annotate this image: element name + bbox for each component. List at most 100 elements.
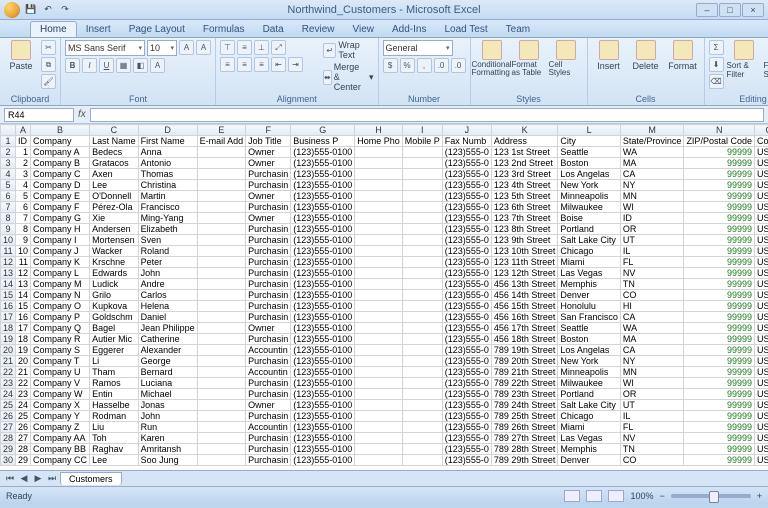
cell[interactable]: 99999 [684, 268, 755, 279]
redo-icon[interactable]: ↷ [58, 3, 72, 17]
cell[interactable]: State/Province [620, 136, 684, 147]
cell[interactable]: (123)555-0 [442, 345, 491, 356]
cell[interactable]: (123)555-0 [442, 158, 491, 169]
cell[interactable]: (123)555-0 [442, 400, 491, 411]
cell[interactable]: Purchasin [246, 202, 291, 213]
sheet-nav-last[interactable]: ⏭ [46, 473, 58, 484]
row-header[interactable]: 2 [1, 147, 16, 158]
cell[interactable]: (123)555-0100 [291, 323, 355, 334]
cut-icon[interactable]: ✂ [41, 40, 56, 55]
cell[interactable]: 99999 [684, 169, 755, 180]
cell[interactable]: Company O [31, 301, 90, 312]
cell[interactable]: New York [558, 180, 621, 191]
cell[interactable] [355, 158, 403, 169]
cell[interactable] [197, 334, 246, 345]
cell[interactable]: WI [620, 378, 684, 389]
cell[interactable]: 99999 [684, 191, 755, 202]
cell[interactable]: 18 [16, 334, 31, 345]
cell[interactable]: 789 20th Street [491, 356, 558, 367]
cell[interactable]: 1 [16, 147, 31, 158]
cell[interactable]: 99999 [684, 224, 755, 235]
col-header[interactable]: F [246, 125, 291, 136]
cell[interactable]: UT [620, 400, 684, 411]
cell[interactable]: TN [620, 444, 684, 455]
cell[interactable]: 123 1st Street [491, 147, 558, 158]
cell[interactable]: 15 [16, 301, 31, 312]
formula-bar[interactable] [90, 108, 764, 122]
cell[interactable]: Los Angelas [558, 345, 621, 356]
cell[interactable]: Purchasin [246, 224, 291, 235]
cell[interactable]: Purchasin [246, 455, 291, 466]
cell[interactable]: 9 [16, 235, 31, 246]
cell[interactable]: OR [620, 389, 684, 400]
paste-button[interactable]: Paste [4, 40, 38, 71]
cell[interactable]: NV [620, 268, 684, 279]
cell[interactable]: 10 [16, 246, 31, 257]
cell[interactable]: 99999 [684, 356, 755, 367]
cell[interactable]: WA [620, 323, 684, 334]
row-header[interactable]: 3 [1, 158, 16, 169]
cell[interactable]: E-mail Add [197, 136, 246, 147]
cell[interactable]: Xie [90, 213, 139, 224]
row-header[interactable]: 20 [1, 345, 16, 356]
row-header[interactable]: 26 [1, 411, 16, 422]
cell[interactable]: 99999 [684, 345, 755, 356]
cell[interactable] [402, 301, 442, 312]
row-header[interactable]: 25 [1, 400, 16, 411]
cell[interactable]: USA [754, 246, 768, 257]
cell[interactable]: Bernard [138, 367, 197, 378]
row-header[interactable]: 23 [1, 378, 16, 389]
wrap-text-button[interactable]: ↵Wrap Text [323, 40, 374, 60]
cell[interactable]: (123)555-0100 [291, 455, 355, 466]
cell[interactable]: FL [620, 257, 684, 268]
cell[interactable]: CO [620, 290, 684, 301]
format-button[interactable]: Format [666, 40, 700, 71]
cell[interactable]: (123)555-0 [442, 268, 491, 279]
cell[interactable]: (123)555-0 [442, 246, 491, 257]
cell[interactable]: Purchasin [246, 235, 291, 246]
sheet-nav-first[interactable]: ⏮ [4, 473, 16, 484]
cell[interactable]: 99999 [684, 257, 755, 268]
cell[interactable]: 789 21th Street [491, 367, 558, 378]
cell[interactable]: (123)555-0100 [291, 257, 355, 268]
col-header[interactable] [1, 125, 16, 136]
cell[interactable] [402, 147, 442, 158]
font-color-icon[interactable]: A [150, 58, 165, 73]
cell[interactable]: Job Title [246, 136, 291, 147]
name-box[interactable]: R44 [4, 108, 74, 122]
cell[interactable]: MA [620, 334, 684, 345]
cell[interactable]: Bagel [90, 323, 139, 334]
cell[interactable]: (123)555-0100 [291, 268, 355, 279]
cell[interactable]: Krschne [90, 257, 139, 268]
cell[interactable] [355, 257, 403, 268]
cell[interactable]: Company D [31, 180, 90, 191]
orientation-icon[interactable]: ⤢ [271, 40, 286, 55]
cell[interactable]: Mortensen [90, 235, 139, 246]
col-header[interactable]: C [90, 125, 139, 136]
cell[interactable]: Eggerer [90, 345, 139, 356]
delete-button[interactable]: Delete [629, 40, 663, 71]
cell[interactable]: (123)555-0 [442, 202, 491, 213]
cell[interactable]: Jean Philippe [138, 323, 197, 334]
col-header[interactable]: M [620, 125, 684, 136]
align-middle-icon[interactable]: ≡ [237, 40, 252, 55]
tab-view[interactable]: View [343, 22, 383, 37]
cell[interactable]: 789 26th Street [491, 422, 558, 433]
cell[interactable] [402, 279, 442, 290]
cell[interactable]: 99999 [684, 323, 755, 334]
cell[interactable]: USA [754, 422, 768, 433]
cell[interactable]: (123)555-0 [442, 180, 491, 191]
cell[interactable]: Portland [558, 224, 621, 235]
cell[interactable]: Hasselbe [90, 400, 139, 411]
cell[interactable] [355, 455, 403, 466]
cell[interactable]: Purchasin [246, 180, 291, 191]
cell[interactable] [197, 169, 246, 180]
cell[interactable]: Company P [31, 312, 90, 323]
cell[interactable]: (123)555-0 [442, 444, 491, 455]
cell[interactable]: Andre [138, 279, 197, 290]
cell[interactable]: FL [620, 422, 684, 433]
cell[interactable] [197, 180, 246, 191]
tab-formulas[interactable]: Formulas [194, 22, 254, 37]
cell[interactable]: Luciana [138, 378, 197, 389]
cell[interactable] [355, 389, 403, 400]
